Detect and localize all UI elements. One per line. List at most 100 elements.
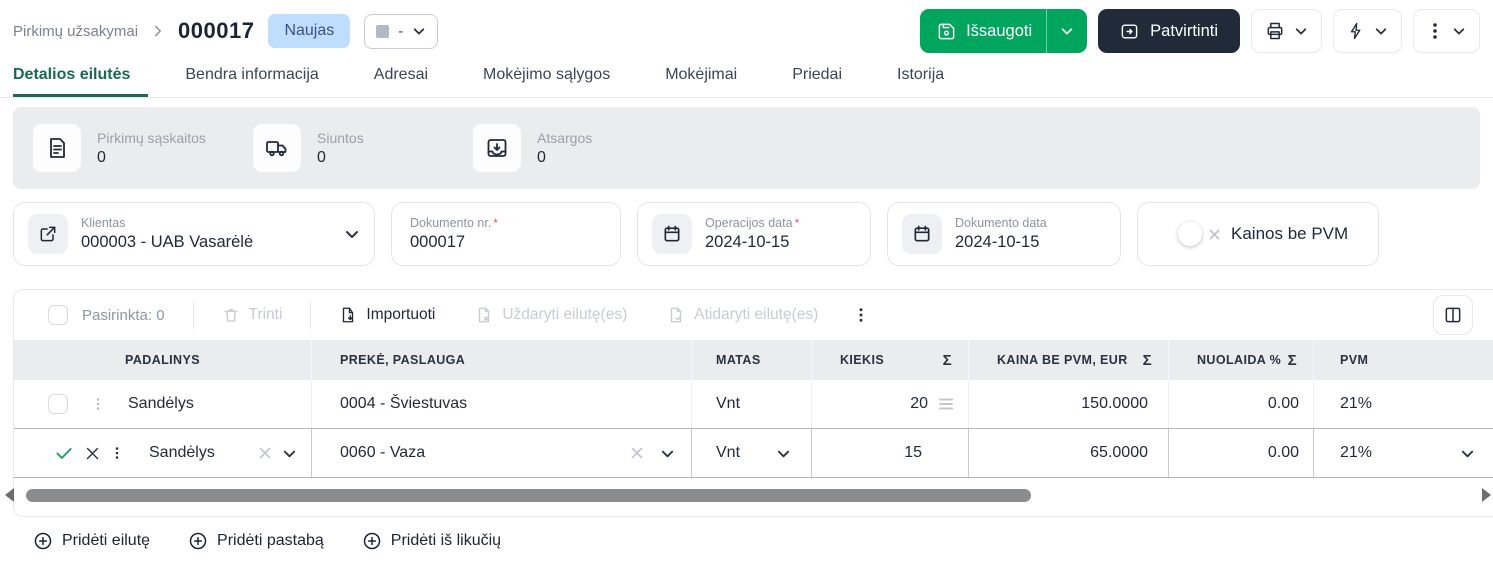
details-lines-icon[interactable] [938,397,954,411]
item-select-value[interactable]: 0060 - Vaza [340,444,425,462]
confirm-button[interactable]: Patvirtinti [1098,9,1240,53]
import-button[interactable]: Importuoti [339,306,435,324]
trash-icon [223,309,238,322]
column-settings-button[interactable] [1433,295,1473,335]
columns-icon [1445,307,1461,323]
open-lines-button[interactable]: Atidaryti eilutę(es) [667,306,818,324]
clear-icon[interactable] [258,446,272,460]
operation-date-field[interactable]: Operacijos data * 2024-10-15 [637,202,871,266]
client-label: Klientas [81,216,126,230]
sum-icon[interactable]: Σ [1288,352,1313,369]
sum-icon[interactable]: Σ [943,352,968,369]
save-icon [938,23,955,39]
document-number-field[interactable]: Dokumento nr. * 000017 [391,202,621,266]
horizontal-scrollbar [5,478,1493,516]
kebab-icon [1433,23,1437,39]
tab-general-info[interactable]: Bendra informacija [185,56,336,97]
discount-input[interactable]: 0.00 [1169,429,1314,477]
chevron-down-icon[interactable] [1460,446,1475,461]
more-actions-button[interactable] [1413,9,1480,53]
selected-count: Pasirinkta: 0 [82,306,165,324]
close-lines-button[interactable]: Uždaryti eilutę(es) [475,306,627,324]
stat-purchase-invoices: Pirkimų sąskaitos 0 [33,124,253,172]
cell-quantity[interactable]: 20 [812,380,969,428]
chevron-down-icon[interactable] [282,446,297,461]
column-header-discount[interactable]: NUOLAIDA % Σ [1169,340,1314,380]
add-line-button[interactable]: Pridėti eilutę [33,531,150,551]
stat-value: 0 [317,148,326,166]
stats-bar: Pirkimų sąskaitos 0 Siuntos 0 Atsargos 0 [13,107,1480,189]
tab-history[interactable]: Istorija [897,56,962,97]
cell-unit[interactable]: Vnt [692,380,812,428]
column-header-price[interactable]: KAINA BE PVM, EUR Σ [969,340,1169,380]
department-select-value[interactable]: Sandėlys [149,444,215,462]
column-header-department[interactable]: PADALINYS [14,340,312,380]
status-dropdown[interactable]: - [364,13,439,49]
document-date-field[interactable]: Dokumento data 2024-10-15 [887,202,1121,266]
stat-shipments: Siuntos 0 [253,124,473,172]
delete-button[interactable]: Trinti [222,306,282,324]
page-title: 000017 [178,18,255,43]
cell-vat[interactable]: 21% [1314,380,1493,428]
cell-discount[interactable]: 0.00 [1169,380,1314,428]
sum-icon[interactable]: Σ [1143,352,1168,369]
status-badge: Naujas [268,14,351,48]
row-kebab-icon[interactable] [111,444,123,462]
file-check-icon [671,307,682,323]
cell-department[interactable]: Sandėlys [128,395,194,413]
chevron-down-icon[interactable] [344,226,360,242]
document-date-value: 2024-10-15 [955,233,1040,251]
column-header-unit[interactable]: MATAS [692,340,812,380]
client-value: 000003 - UAB Vasarėlė [81,233,254,251]
cancel-row-icon[interactable] [84,445,101,462]
scrollbar-thumb[interactable] [26,489,1031,502]
price-input[interactable]: 65.0000 [969,429,1169,477]
tab-payment-terms[interactable]: Mokėjimo sąlygos [483,56,628,97]
prices-without-vat-toggle[interactable] [1178,222,1221,246]
prices-without-vat-label: Kainos be PVM [1231,224,1349,243]
client-field[interactable]: Klientas 000003 - UAB Vasarėlė [13,202,375,266]
save-button[interactable]: Išsaugoti [920,9,1088,53]
confirm-row-icon[interactable] [54,443,74,463]
toolbar-divider [192,301,194,329]
table-header-row: PADALINYS PREKĖ, PASLAUGA MATAS KIEKIS Σ … [14,340,1493,380]
stat-value: 0 [537,148,546,166]
toolbar-kebab-icon[interactable] [854,306,868,324]
breadcrumb[interactable]: Pirkimų užsakymai [13,23,138,40]
add-note-button[interactable]: Pridėti pastabą [188,531,324,551]
print-button[interactable] [1251,9,1322,53]
column-header-quantity[interactable]: KIEKIS Σ [812,340,969,380]
cell-item[interactable]: 0004 - Šviestuvas [312,380,692,428]
column-header-item[interactable]: PREKĖ, PASLAUGA [312,340,692,380]
document-number-label: Dokumento nr. * [410,216,498,230]
select-all-checkbox[interactable] [48,305,68,325]
scroll-left-arrow[interactable] [5,488,14,502]
tab-attachments[interactable]: Priedai [792,56,860,97]
chevron-down-icon [1295,28,1307,35]
save-dropdown-button[interactable] [1047,24,1087,38]
chevron-right-icon [155,25,162,37]
file-x-icon [479,307,490,323]
external-link-icon[interactable] [28,214,68,254]
tab-payments[interactable]: Mokėjimai [665,56,755,97]
scroll-right-arrow[interactable] [1482,488,1491,502]
tab-addresses[interactable]: Adresai [374,56,446,97]
tab-detailed-lines[interactable]: Detalios eilutės [13,56,149,97]
row-kebab-icon[interactable] [92,395,104,413]
add-actions-bar: Pridėti eilutę Pridėti pastabą Pridėti i… [33,531,1493,551]
clear-icon[interactable] [630,446,644,460]
vat-select-value[interactable]: 21% [1340,444,1372,462]
add-from-stock-button[interactable]: Pridėti iš likučių [362,531,501,551]
calendar-icon[interactable] [652,214,692,254]
stat-stock: Atsargos 0 [473,124,693,172]
automation-button[interactable] [1333,9,1402,53]
row-checkbox[interactable] [48,394,68,414]
unit-select-value[interactable]: Vnt [716,444,740,462]
cell-price[interactable]: 150.0000 [969,380,1169,428]
calendar-icon[interactable] [902,214,942,254]
operation-date-label: Operacijos data * [705,216,800,230]
quantity-input[interactable]: 15 [812,429,969,477]
chevron-down-icon[interactable] [776,446,791,461]
chevron-down-icon[interactable] [660,446,675,461]
column-header-vat[interactable]: PVM [1314,340,1493,380]
